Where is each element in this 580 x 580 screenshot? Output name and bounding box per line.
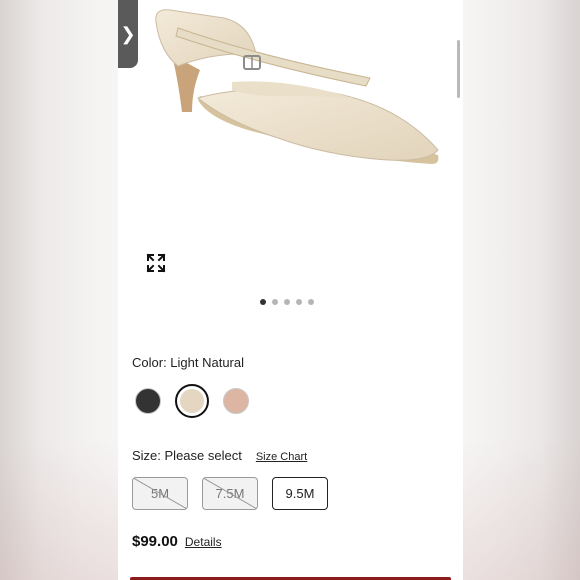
gallery-dot-2[interactable] xyxy=(272,299,278,305)
gallery-pagination xyxy=(260,299,314,305)
background-left xyxy=(0,440,118,580)
background-right xyxy=(462,440,580,580)
scrollbar[interactable] xyxy=(457,40,460,98)
size-chart-link[interactable]: Size Chart xyxy=(256,451,307,463)
size-option-7-5m[interactable]: 7.5M xyxy=(202,477,258,510)
gallery-dot-4[interactable] xyxy=(296,299,302,305)
size-options: 5M 7.5M 9.5M xyxy=(132,477,328,510)
back-tab[interactable]: ❯ xyxy=(118,0,138,68)
color-swatch-black[interactable] xyxy=(135,388,161,414)
details-link[interactable]: Details xyxy=(185,535,222,549)
color-swatch-light-natural[interactable] xyxy=(175,384,209,418)
product-panel: ❯ Color: Light Natural Size: Please sele… xyxy=(118,0,463,580)
expand-icon[interactable] xyxy=(146,253,166,273)
color-swatches xyxy=(135,384,249,418)
price: $99.00 xyxy=(132,533,178,550)
gallery-dot-1[interactable] xyxy=(260,299,266,305)
color-label: Color: Light Natural xyxy=(132,355,244,370)
price-row: $99.00 Details xyxy=(132,533,222,550)
product-image xyxy=(155,9,439,164)
chevron-right-icon: ❯ xyxy=(120,23,136,44)
size-label: Size: Please select xyxy=(132,448,242,463)
size-option-5m[interactable]: 5M xyxy=(132,477,188,510)
gallery-dot-5[interactable] xyxy=(308,299,314,305)
color-swatch-blush[interactable] xyxy=(223,388,249,414)
gallery-dot-3[interactable] xyxy=(284,299,290,305)
size-row: Size: Please select Size Chart xyxy=(132,448,307,463)
size-option-9-5m[interactable]: 9.5M xyxy=(272,477,328,510)
